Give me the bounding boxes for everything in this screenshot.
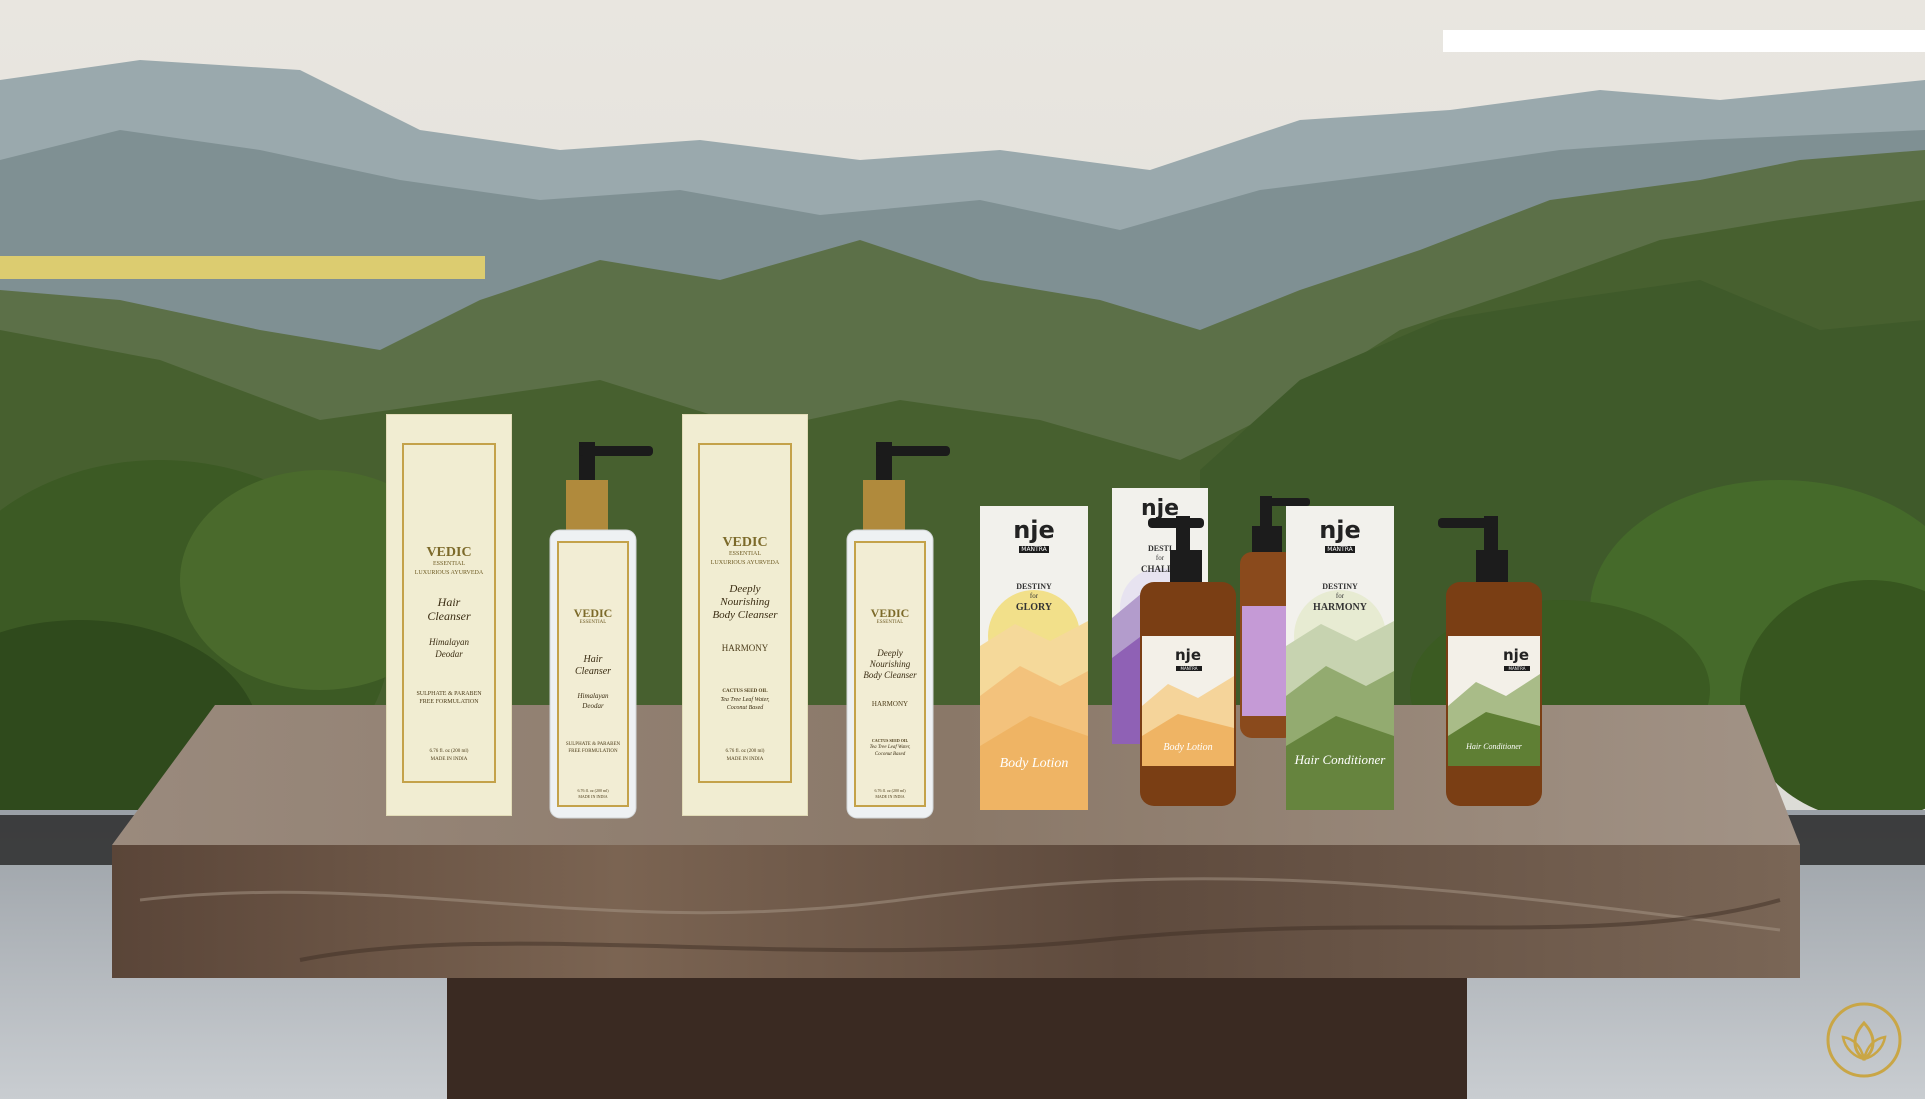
nje-logo: nje (1175, 646, 1201, 664)
product-showcase-scene: VEDIC ESSENTIAL LUXURIOUS AYURVEDA Hair … (0, 0, 1925, 1099)
volume-label: 6.76 fl. oz (200 ml) (874, 788, 906, 793)
nje-body-lotion-bottle: nje MANTRA Body Lotion (1138, 516, 1244, 808)
product-name-line1: Hair (437, 595, 461, 609)
brand-tagline: LUXURIOUS AYURVEDA (710, 560, 780, 566)
origin-label: MADE IN INDIA (875, 794, 905, 799)
vedic-hair-cleanser-box: VEDIC ESSENTIAL LUXURIOUS AYURVEDA Hair … (386, 414, 512, 816)
ingredient-line3: Coconut Based (874, 752, 906, 757)
destiny-line1: DESTINY (1322, 582, 1358, 591)
brand-sub: ESSENTIAL (729, 551, 761, 557)
product-name: Body Lotion (999, 756, 1069, 771)
volume-label: 6.76 fl. oz (200 ml) (577, 788, 609, 793)
origin-label: MADE IN INDIA (726, 757, 764, 762)
nje-logo: nje (1503, 646, 1529, 664)
variant-label: HARMONY (871, 700, 909, 708)
product-name-line2: Nourishing (869, 659, 911, 669)
mantra-badge: MANTRA (1504, 666, 1530, 671)
product-name-line1: Hair (583, 654, 603, 665)
ingredient-line1: CACTUS SEED OIL (871, 738, 909, 743)
nje-hair-conditioner-bottle: nje MANTRA Hair Conditioner (1436, 516, 1546, 808)
brand-sub: ESSENTIAL (433, 561, 465, 567)
gold-accent-bar (0, 256, 485, 279)
variant-line2: Deodar (582, 702, 604, 710)
nje-logo: nje (1013, 516, 1055, 544)
pump-bottle-shape (846, 442, 950, 819)
brand-sub: ESSENTIAL (579, 620, 607, 625)
destiny-line3: HARMONY (1313, 602, 1367, 613)
claim-line1: SULPHATE & PARABEN (416, 691, 482, 697)
vedic-body-cleanser-box: VEDIC ESSENTIAL LUXURIOUS AYURVEDA Deepl… (682, 414, 808, 816)
product-name-line3: Body Cleanser (712, 609, 778, 621)
top-white-bar (1443, 30, 1925, 52)
leaf-emblem-icon (1826, 1002, 1902, 1078)
ingredient-line3: Coconut Based (726, 705, 764, 711)
origin-label: MADE IN INDIA (578, 794, 608, 799)
volume-label: 6.76 fl. oz (200 ml) (429, 749, 469, 754)
claim-line1: SULPHATE & PARABEN (565, 742, 621, 747)
ingredient-line2: Tea Tree Leaf Water, (720, 697, 770, 703)
product-name: Hair Conditioner (1294, 752, 1386, 767)
brand-tagline: LUXURIOUS AYURVEDA (414, 570, 484, 576)
variant-line1: Himalayan (577, 692, 609, 700)
destiny-line1: DESTINY (1016, 582, 1052, 591)
volume-label: 6.76 fl. oz (200 ml) (725, 749, 765, 754)
nje-logo: nje (1319, 516, 1361, 544)
product-name-line2: Cleanser (574, 666, 612, 677)
pump-bottle-shape (549, 442, 653, 819)
mantra-badge: MANTRA (1018, 546, 1050, 553)
nje-harmony-box: nje MANTRA DESTINY for HARMONY Hair Cond… (1286, 506, 1394, 810)
nje-glory-box: nje MANTRA DESTINY for GLORY Body Lotion (980, 506, 1088, 810)
vedic-hair-cleanser-bottle: VEDIC ESSENTIAL Hair Cleanser Himalayan … (546, 442, 653, 820)
claim-line2: FREE FORMULATION (419, 699, 479, 705)
origin-label: MADE IN INDIA (430, 757, 468, 762)
product-name-line3: Body Cleanser (863, 670, 917, 680)
ingredient-line1: CACTUS SEED OIL (722, 689, 768, 694)
ingredient-line2: Tea Tree Leaf Water, (869, 745, 911, 750)
vedic-body-cleanser-bottle: VEDIC ESSENTIAL Deeply Nourishing Body C… (843, 442, 950, 820)
claim-line2: FREE FORMULATION (568, 749, 618, 754)
product-name: Body Lotion (1163, 742, 1213, 753)
destiny-line3: GLORY (1015, 602, 1053, 613)
brand-sub: ESSENTIAL (876, 620, 904, 625)
brand-name: VEDIC (870, 606, 910, 620)
mantra-badge: MANTRA (1324, 546, 1356, 553)
product-name-line1: Deeply (877, 648, 903, 658)
destiny-line2: for (1029, 592, 1039, 600)
product-name: Hair Conditioner (1466, 742, 1522, 751)
product-name-line2: Nourishing (720, 596, 770, 608)
product-name-line1: Deeply (729, 583, 761, 595)
brand-name: VEDIC (426, 545, 472, 560)
variant-label: HARMONY (721, 643, 769, 653)
brand-name: VEDIC (573, 606, 613, 620)
variant-line2: Deodar (435, 649, 463, 659)
destiny-line2: for (1335, 592, 1345, 600)
product-name-line2: Cleanser (427, 609, 471, 623)
variant-line1: Himalayan (429, 637, 469, 647)
mantra-badge: MANTRA (1176, 666, 1202, 671)
brand-name: VEDIC (722, 535, 768, 550)
